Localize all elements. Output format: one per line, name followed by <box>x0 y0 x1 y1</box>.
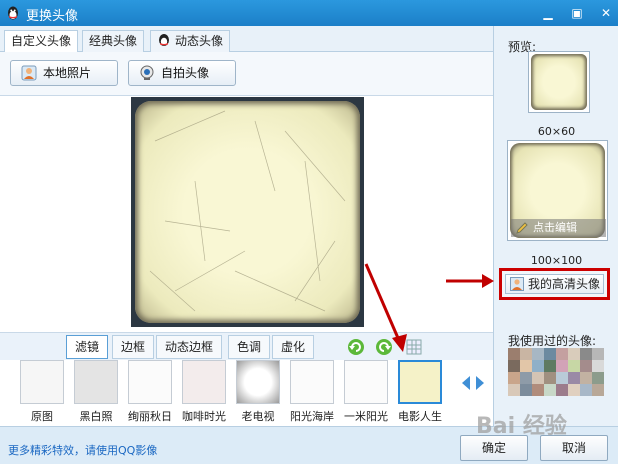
grid-icon[interactable] <box>404 337 424 357</box>
filter-original[interactable]: 原图 <box>18 360 66 424</box>
close-button[interactable]: ✕ <box>598 5 614 21</box>
preview-panel: 预览: 60×60 点击编辑 100×100 我的高清头像 我使用过的头像: <box>493 26 618 426</box>
hd-avatar-highlight: 我的高清头像 <box>499 268 610 300</box>
preview-small-size: 60×60 <box>537 125 576 138</box>
title-bar: 更换头像 ▁ ▣ ✕ <box>0 0 618 26</box>
preview-large-size: 100×100 <box>530 254 583 267</box>
user-photo-icon <box>21 65 37 81</box>
filter-movie-life[interactable]: 电影人生 <box>396 360 444 424</box>
qq-penguin-icon <box>8 6 18 20</box>
undo-icon[interactable] <box>346 337 366 357</box>
edit-canvas <box>0 96 493 332</box>
minimize-button[interactable]: ▁ <box>540 5 556 21</box>
tab-dynamic-avatar[interactable]: 动态头像 <box>150 30 231 52</box>
watermark: Bai 经验 <box>476 414 567 439</box>
source-toolbar: 本地照片 自拍头像 <box>0 52 493 96</box>
filter-old-tv[interactable]: 老电视 <box>234 360 282 424</box>
qq-image-link[interactable]: 更多精彩特效，请使用QQ影像 <box>8 442 157 458</box>
tab-filter[interactable]: 滤镜 <box>66 335 109 359</box>
scroll-right-arrow-icon[interactable] <box>476 376 484 390</box>
filter-black-white[interactable]: 黑白照 <box>72 360 120 424</box>
user-avatar-icon <box>510 277 524 291</box>
preview-large[interactable]: 点击编辑 <box>507 140 608 241</box>
film-scratches-texture <box>149 110 346 312</box>
avatar-image <box>135 101 360 323</box>
tab-dynamic-border[interactable]: 动态边框 <box>156 335 223 359</box>
tab-custom-avatar[interactable]: 自定义头像 <box>4 30 79 53</box>
redo-icon[interactable] <box>374 337 394 357</box>
tab-tone[interactable]: 色调 <box>228 335 271 359</box>
filter-sunny-coast[interactable]: 阳光海岸 <box>288 360 336 424</box>
filter-list: 原图 黑白照 绚丽秋日 咖啡时光 老电视 阳光海岸 一米阳光 电影人生 <box>0 360 493 426</box>
maximize-button[interactable]: ▣ <box>569 5 585 21</box>
avatar-tabs: 自定义头像 经典头像 动态头像 <box>0 26 493 53</box>
avatar-image-frame[interactable] <box>131 97 364 327</box>
webcam-icon <box>140 65 154 80</box>
effect-tabs: 滤镜 边框 动态边框 色调 虚化 <box>0 332 493 360</box>
hd-avatar-button[interactable]: 我的高清头像 <box>505 274 604 294</box>
webcam-button[interactable]: 自拍头像 <box>128 60 236 86</box>
pencil-icon <box>516 222 528 234</box>
window-title: 更换头像 <box>26 9 79 24</box>
penguin-icon <box>159 34 169 46</box>
tab-blur[interactable]: 虚化 <box>272 335 315 359</box>
filter-coffee[interactable]: 咖啡时光 <box>180 360 228 424</box>
preview-small <box>528 51 590 113</box>
used-avatars-label: 我使用过的头像: <box>508 334 597 348</box>
click-to-edit[interactable]: 点击编辑 <box>511 219 606 237</box>
tab-classic-avatar[interactable]: 经典头像 <box>82 30 145 52</box>
local-photo-button[interactable]: 本地照片 <box>10 60 118 86</box>
scroll-left-arrow-icon[interactable] <box>462 376 470 390</box>
filter-sunshine[interactable]: 一米阳光 <box>342 360 390 424</box>
filter-autumn[interactable]: 绚丽秋日 <box>126 360 174 424</box>
tab-border[interactable]: 边框 <box>112 335 155 359</box>
